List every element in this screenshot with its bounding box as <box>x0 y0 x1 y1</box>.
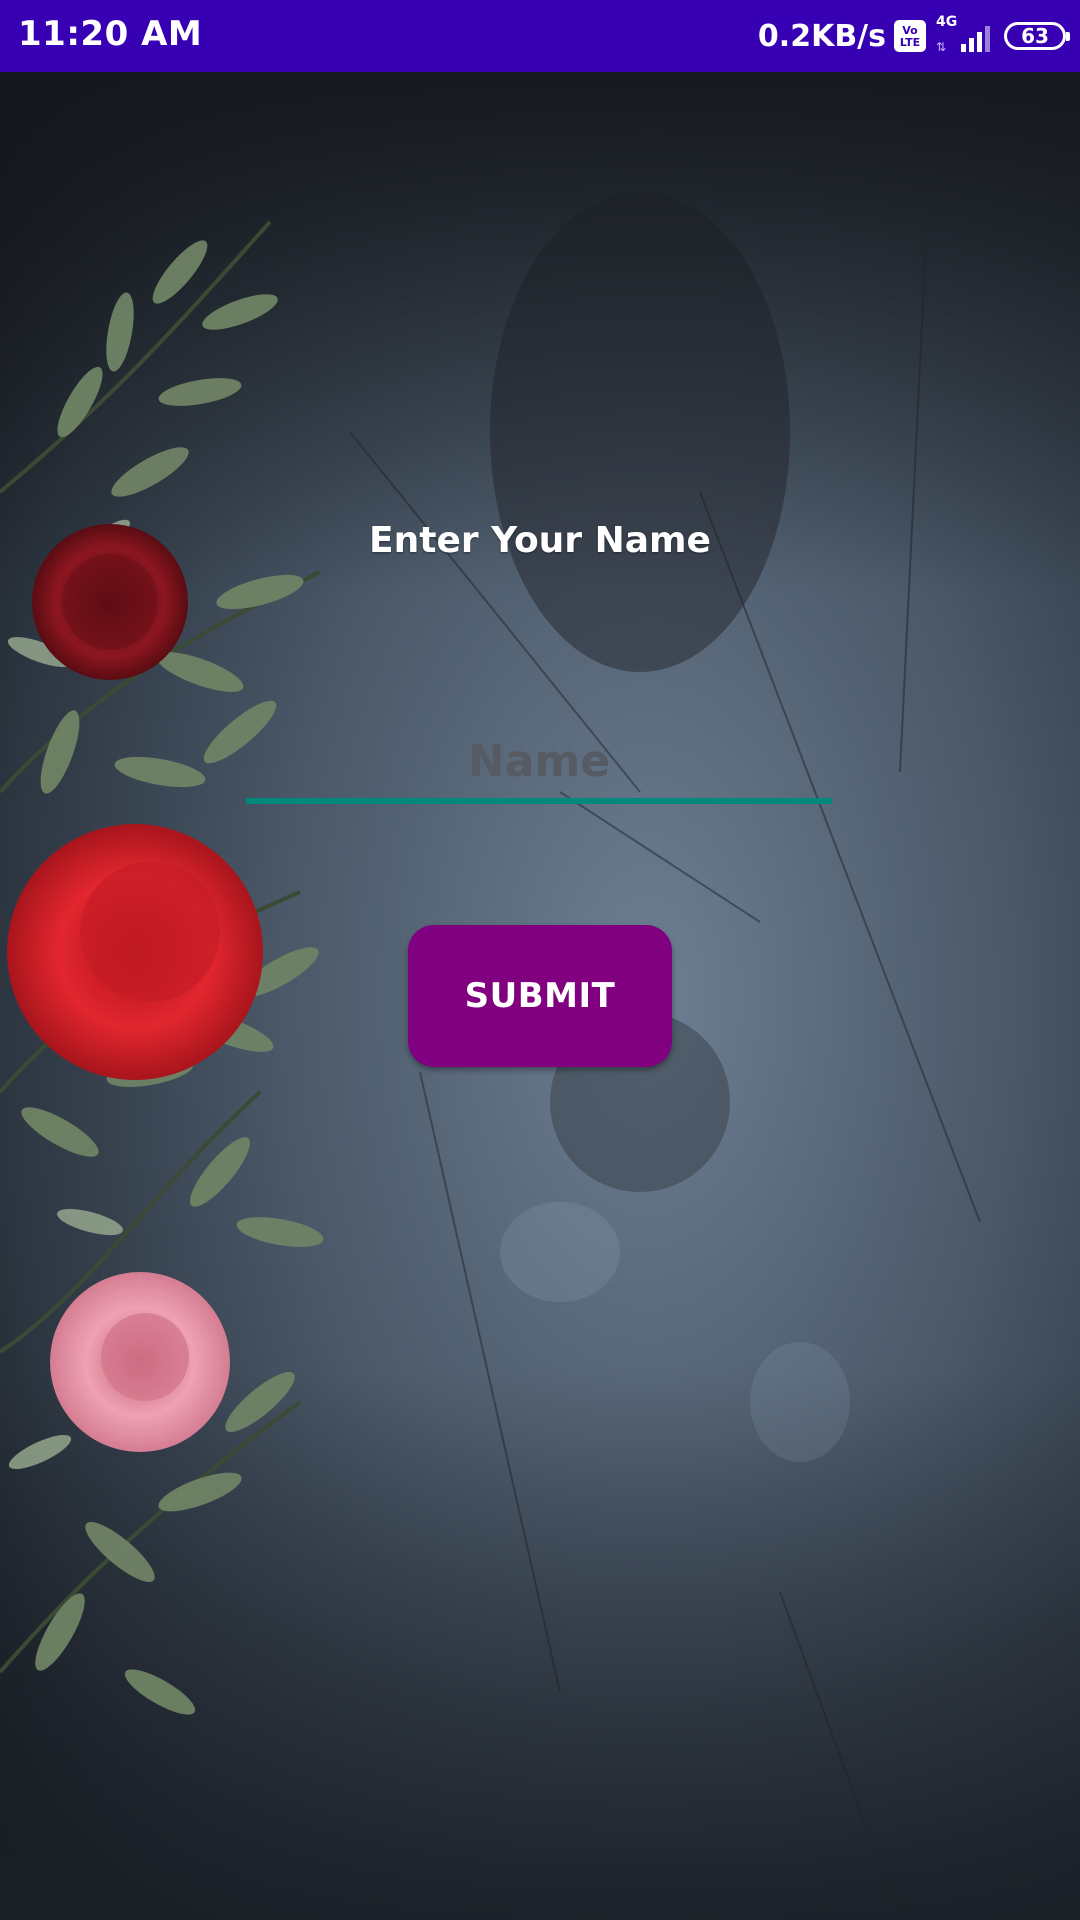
network-type: 4G <box>936 14 958 30</box>
status-indicators: 0.2KB/s Vo LTE 4G ⇅ 63 <box>757 0 1070 72</box>
name-field <box>246 724 832 804</box>
name-input[interactable] <box>246 724 832 798</box>
status-bar: 11:20 AM 0.2KB/s Vo LTE 4G ⇅ 63 <box>0 0 1080 72</box>
battery-icon: 63 <box>1004 22 1070 50</box>
signal-bars-icon <box>961 26 990 52</box>
signal-icon: 4G ⇅ <box>934 14 990 56</box>
name-input-underline <box>246 798 832 804</box>
data-arrows-icon: ⇅ <box>936 40 947 54</box>
volte-icon: Vo LTE <box>894 20 926 52</box>
page-title: Enter Your Name <box>369 520 711 561</box>
battery-level: 63 <box>1021 24 1049 48</box>
network-speed: 0.2KB/s <box>757 18 886 54</box>
submit-button[interactable]: SUBMIT <box>408 925 672 1067</box>
app-screen: 11:20 AM 0.2KB/s Vo LTE 4G ⇅ 63 Enter Yo… <box>0 0 1080 1920</box>
status-time: 11:20 AM <box>18 14 203 54</box>
